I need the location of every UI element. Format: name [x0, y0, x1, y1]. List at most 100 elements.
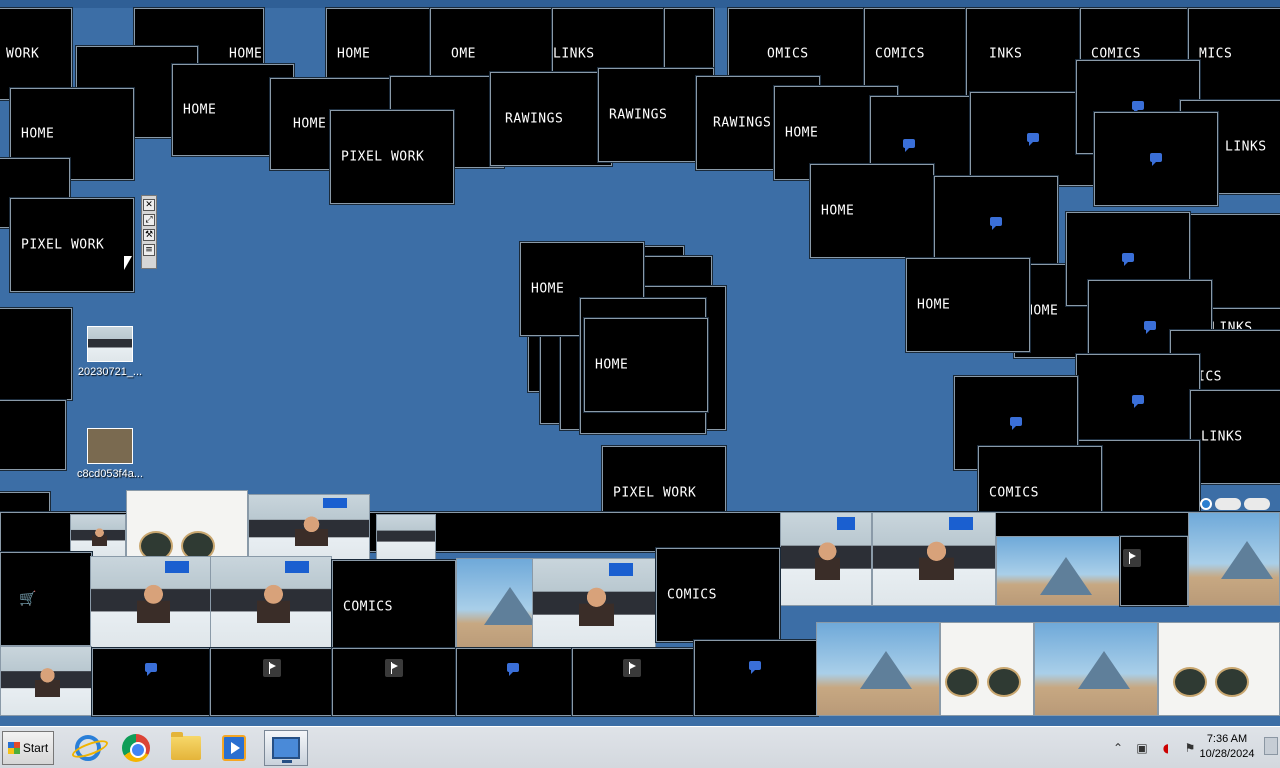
tile-label: COMICS [667, 587, 717, 603]
start-button[interactable]: Start [2, 731, 54, 765]
mouse-cursor-icon [124, 256, 132, 270]
tile-label: WORK [6, 46, 40, 62]
wrench-icon[interactable]: ⚒ [143, 229, 155, 241]
grip-icon[interactable]: ≡ [143, 244, 155, 256]
tile[interactable]: COMICS [332, 560, 456, 654]
photo-thumbnail[interactable] [1158, 622, 1280, 716]
tile-label: HOME [531, 281, 565, 297]
chat-icon [1144, 321, 1156, 334]
photo-thumbnail[interactable] [532, 558, 656, 652]
taskbar-app-remote-desktop[interactable] [264, 730, 308, 766]
tile-label: HOME [785, 125, 819, 141]
tile-label: LINKS [1225, 139, 1267, 155]
taskbar-app-media-player[interactable] [212, 730, 256, 766]
network-icon[interactable]: ▣ [1133, 739, 1151, 757]
tile[interactable]: WORK [0, 8, 72, 100]
tile-label: LINKS [1201, 429, 1243, 445]
tile-label: HOME [183, 102, 217, 118]
tile[interactable]: LINKS [1190, 390, 1280, 484]
photo-thumbnail[interactable] [872, 512, 996, 606]
tile[interactable]: COMICS [656, 548, 780, 642]
pagination-dots[interactable] [1200, 498, 1270, 510]
tile-label: OME [451, 46, 476, 62]
tile[interactable]: MICS [1188, 8, 1280, 100]
tile[interactable]: HOME [906, 258, 1030, 352]
photo-thumbnail[interactable] [456, 558, 536, 652]
page-dot[interactable] [1215, 498, 1241, 510]
tile-label: HOME [337, 46, 371, 62]
tile[interactable] [1076, 354, 1200, 448]
photo-thumbnail[interactable] [376, 514, 436, 560]
taskbar-app-explorer[interactable] [164, 730, 208, 766]
show-desktop-button[interactable] [1264, 737, 1278, 755]
page-dot-active[interactable] [1200, 498, 1212, 510]
tile-label: PIXEL WORK [21, 237, 105, 253]
tile[interactable]: HOME [584, 318, 708, 412]
taskbar-app-internet-explorer[interactable] [66, 730, 110, 766]
tile[interactable] [0, 400, 66, 470]
desktop-icon-label: 20230721_... [77, 366, 143, 378]
desktop-icon-image[interactable]: 20230721_... [70, 326, 150, 378]
photo-thumbnail[interactable] [780, 512, 872, 606]
tile-label: HOME [917, 297, 951, 313]
show-hidden-icons-icon[interactable]: ⌃ [1109, 739, 1127, 757]
close-icon[interactable]: ✕ [143, 199, 155, 211]
flag-icon [385, 659, 403, 677]
tile-label: HOME [21, 126, 55, 142]
tile-label: ICS [1197, 369, 1222, 385]
tile[interactable]: HOME [810, 164, 934, 258]
tile[interactable]: 🛒 [0, 552, 92, 646]
internet-explorer-icon [75, 735, 101, 761]
clock[interactable]: 7:36 AM 10/28/2024 [1196, 732, 1258, 762]
taskbar: Start ⌃ ▣ ◖ ⚑ 7:36 AM 10/28/2024 [0, 726, 1280, 768]
tile[interactable] [1094, 112, 1218, 206]
floating-toolbar: ✕ ⤢ ⚒ ≡ [141, 195, 157, 269]
expand-icon[interactable]: ⤢ [143, 214, 155, 226]
photo-thumbnail[interactable] [996, 536, 1120, 606]
tile[interactable]: PIXEL WORK [10, 198, 134, 292]
chat-icon [903, 139, 915, 152]
tile-label: RAWINGS [609, 107, 668, 123]
tile[interactable] [694, 640, 818, 716]
chat-icon [1027, 133, 1039, 146]
photo-thumbnail[interactable] [0, 646, 92, 716]
tile-label: HOME [293, 116, 327, 132]
volume-muted-icon[interactable]: ◖ [1157, 739, 1175, 757]
desktop-icon-video[interactable]: c8cd053f4a... [70, 428, 150, 480]
tile[interactable]: INKS [966, 8, 1080, 100]
flag-icon [1123, 549, 1141, 567]
chat-icon [1132, 395, 1144, 408]
tile[interactable] [332, 648, 456, 716]
tile[interactable] [456, 648, 572, 716]
desktop: WORK HOME HOME OME LINKS OMICS COMICS IN… [0, 0, 1280, 726]
photo-thumbnail[interactable] [1034, 622, 1158, 716]
taskbar-app-chrome[interactable] [114, 730, 158, 766]
photo-thumbnail[interactable] [1188, 512, 1280, 606]
folder-icon [171, 732, 201, 760]
tile-label: PIXEL WORK [613, 485, 697, 501]
tile-label: HOME [595, 357, 629, 373]
tile[interactable] [572, 648, 694, 716]
tile[interactable] [0, 308, 72, 400]
flag-icon [263, 659, 281, 677]
chat-icon [1150, 153, 1162, 166]
photo-thumbnail[interactable] [816, 622, 940, 716]
tile[interactable] [1120, 536, 1188, 606]
tile[interactable]: PIXEL WORK [330, 110, 454, 204]
photo-thumbnail[interactable] [210, 556, 332, 648]
chat-icon [749, 661, 761, 674]
tile-label: MICS [1199, 46, 1233, 62]
photo-thumbnail[interactable] [90, 556, 212, 648]
tile[interactable] [210, 648, 332, 716]
tile[interactable] [92, 648, 210, 716]
tile-label: COMICS [343, 599, 393, 615]
photo-thumbnail[interactable] [940, 622, 1034, 716]
tile[interactable] [934, 176, 1058, 270]
remote-desktop-icon [272, 737, 300, 763]
photo-thumbnail[interactable] [126, 490, 248, 562]
tile[interactable]: RAWINGS [490, 72, 612, 166]
page-dot[interactable] [1244, 498, 1270, 510]
tile-label: COMICS [989, 485, 1039, 501]
tile-label: LINKS [553, 46, 595, 62]
tile-label: HOME [821, 203, 855, 219]
